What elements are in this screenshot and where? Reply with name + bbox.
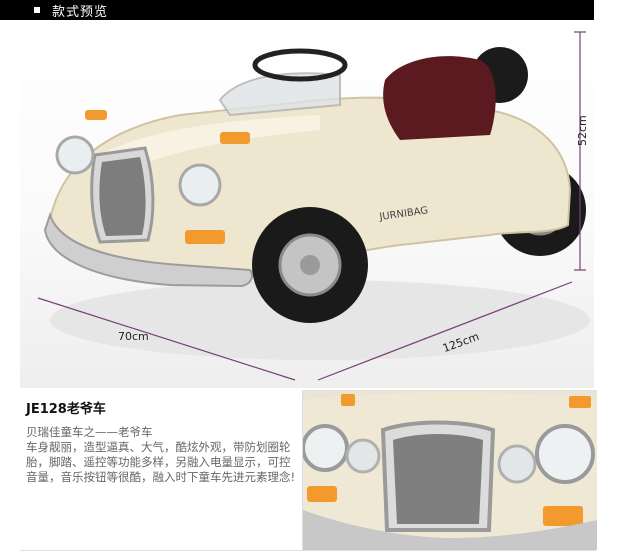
front-grille	[90, 146, 155, 244]
width-dimension-label: 70cm	[118, 330, 149, 343]
car-front-grille-photo	[302, 390, 597, 550]
car-photo: JURNIBAG	[20, 20, 594, 388]
height-dimension-label: 52cm	[576, 115, 589, 146]
front-wheel	[252, 207, 368, 323]
divider	[20, 550, 596, 551]
product-info: JE128老爷车 贝瑞佳童车之——老爷车 车身靓丽，造型逼真、大气，酷炫外观，带…	[26, 398, 296, 485]
product-title: JE128老爷车	[26, 402, 106, 417]
square-bullet-icon	[34, 7, 40, 13]
section-header: 款式预览	[0, 0, 594, 20]
section-title: 款式预览	[52, 4, 109, 20]
product-description: 贝瑞佳童车之——老爷车 车身靓丽，造型逼真、大气，酷炫外观，带防划圈轮胎，脚踏、…	[26, 425, 296, 484]
car-illustration: JURNIBAG	[37, 31, 590, 381]
grille-closeup-illustration	[303, 390, 597, 550]
